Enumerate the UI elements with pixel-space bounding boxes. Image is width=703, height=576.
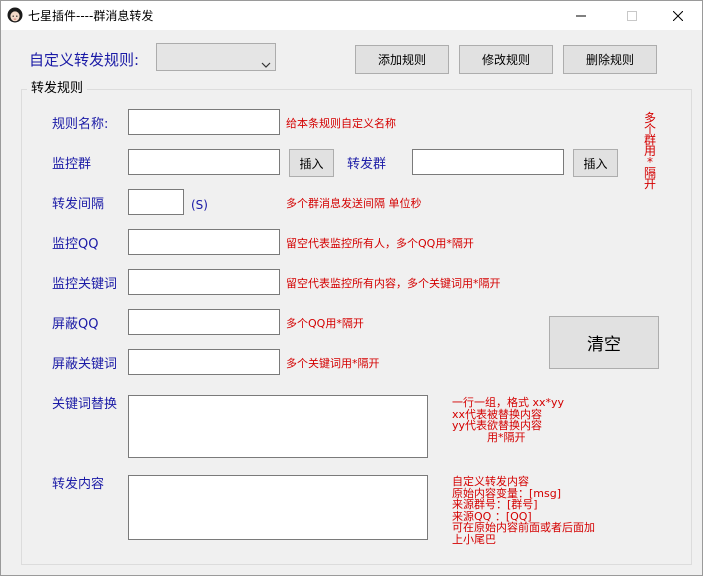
monitor-qq-hint: 留空代表监控所有人，多个QQ用*隔开 bbox=[286, 237, 474, 250]
minimize-icon bbox=[575, 15, 586, 16]
window-title: 七星插件----群消息转发 bbox=[28, 9, 154, 23]
group-title: 转发规则 bbox=[27, 81, 88, 97]
main-window: 七星插件----群消息转发 自定义转发规则: 添加规则 修改规则 删除规则 转发… bbox=[0, 0, 703, 576]
maximize-button[interactable] bbox=[609, 1, 654, 30]
block-qq-hint: 多个QQ用*隔开 bbox=[286, 317, 364, 330]
interval-label: 转发间隔 bbox=[52, 197, 105, 212]
side-hint: 多 个 群 用 * 隔 开 bbox=[643, 112, 657, 191]
close-icon bbox=[672, 10, 683, 21]
minimize-button[interactable] bbox=[558, 1, 603, 30]
add-rule-button[interactable]: 添加规则 bbox=[355, 45, 449, 74]
interval-unit: (S) bbox=[191, 198, 208, 212]
block-qq-label: 屏蔽QQ bbox=[52, 317, 99, 332]
keyword-replace-hint-line: 用*隔开 bbox=[452, 430, 526, 444]
forward-content-label: 转发内容 bbox=[52, 477, 105, 492]
block-qq-input[interactable] bbox=[128, 309, 280, 335]
monitor-keywords-input[interactable] bbox=[128, 269, 280, 295]
edit-rule-button[interactable]: 修改规则 bbox=[459, 45, 553, 74]
clear-button[interactable]: 清空 bbox=[549, 316, 659, 369]
block-keywords-hint: 多个关键词用*隔开 bbox=[286, 357, 380, 370]
interval-input[interactable] bbox=[128, 189, 184, 215]
monitor-keywords-hint: 留空代表监控所有内容，多个关键词用*隔开 bbox=[286, 277, 501, 290]
forward-content-hint-line: 自定义转发内容 bbox=[452, 475, 529, 488]
avatar-icon bbox=[7, 7, 23, 23]
forward-content-hint-line: 上小尾巴 bbox=[452, 532, 496, 546]
forward-content-hint-line: 来源群号：[群号] bbox=[452, 498, 538, 511]
keyword-replace-label: 关键词替换 bbox=[52, 397, 118, 412]
forward-content-hint-line: 可在原始内容前面或者后面加 bbox=[452, 521, 595, 534]
keyword-replace-textarea[interactable] bbox=[128, 395, 428, 458]
forward-group-input[interactable] bbox=[412, 149, 564, 175]
forward-group-label: 转发群 bbox=[347, 157, 387, 172]
title-bar[interactable]: 七星插件----群消息转发 bbox=[1, 1, 702, 30]
rule-name-input[interactable] bbox=[128, 109, 280, 135]
block-keywords-label: 屏蔽关键词 bbox=[52, 357, 118, 372]
keyword-replace-hint-line: yy代表欲替换内容 bbox=[452, 419, 543, 432]
keyword-replace-hint-line: 一行一组，格式 xx*yy bbox=[452, 396, 565, 409]
block-keywords-input[interactable] bbox=[128, 349, 280, 375]
chevron-down-icon bbox=[261, 53, 271, 72]
rule-name-label: 规则名称: bbox=[52, 117, 109, 132]
forward-group-insert-button[interactable]: 插入 bbox=[573, 149, 618, 177]
close-button[interactable] bbox=[655, 1, 700, 30]
monitor-keywords-label: 监控关键词 bbox=[52, 277, 118, 292]
side-hint-char: 开 bbox=[643, 177, 656, 191]
delete-rule-button[interactable]: 删除规则 bbox=[563, 45, 657, 74]
monitor-qq-label: 监控QQ bbox=[52, 237, 99, 252]
interval-hint: 多个群消息发送间隔 单位秒 bbox=[286, 197, 422, 210]
forward-content-hint: 自定义转发内容 原始内容变量：[msg] 来源群号：[群号] 来源QQ ：[QQ… bbox=[452, 476, 595, 545]
rule-name-hint: 给本条规则自定义名称 bbox=[286, 117, 396, 130]
keyword-replace-hint: 一行一组，格式 xx*yy xx代表被替换内容 yy代表欲替换内容 用*隔开 bbox=[452, 397, 564, 443]
monitor-qq-input[interactable] bbox=[128, 229, 280, 255]
monitor-group-insert-button[interactable]: 插入 bbox=[289, 149, 334, 177]
monitor-group-label: 监控群 bbox=[52, 157, 92, 172]
maximize-icon bbox=[626, 10, 637, 21]
monitor-group-input[interactable] bbox=[128, 149, 280, 175]
rule-select-label: 自定义转发规则: bbox=[29, 51, 140, 69]
rule-select[interactable] bbox=[156, 43, 276, 71]
forward-content-textarea[interactable] bbox=[128, 475, 428, 540]
